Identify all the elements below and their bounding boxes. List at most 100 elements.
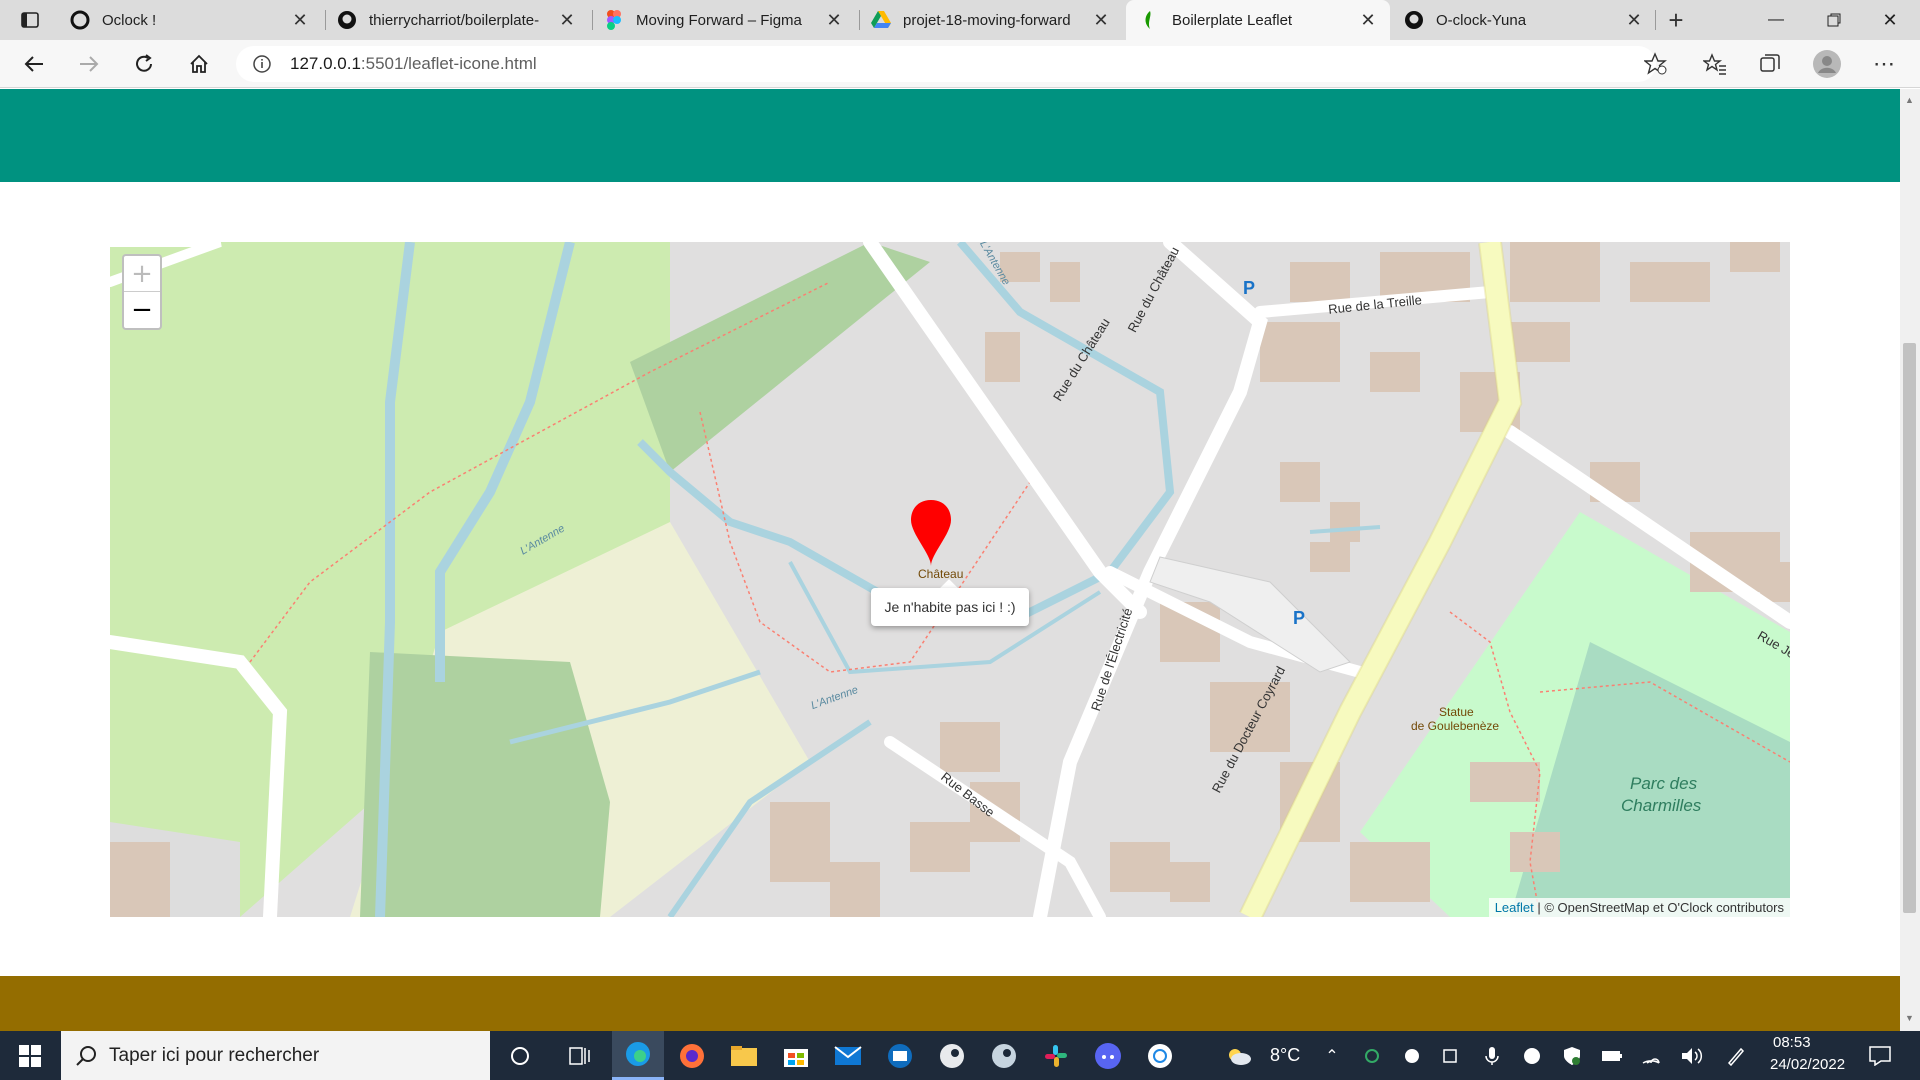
add-favorite-icon[interactable] <box>1643 52 1668 81</box>
weather-temperature[interactable]: 8°C <box>1270 1045 1300 1066</box>
tab-title: Boilerplate Leaflet <box>1172 11 1293 29</box>
tab-title: Moving Forward – Figma <box>636 11 802 29</box>
taskbar-search[interactable]: Taper ici pour rechercher <box>61 1031 490 1080</box>
address-bar[interactable]: 127.0.0.1:5501/leaflet-icone.html <box>236 46 1667 82</box>
oclock-icon <box>70 10 90 30</box>
leaflet-map[interactable]: Rue du Château Rue du Château Rue de la … <box>110 242 1790 917</box>
close-icon[interactable]: ✕ <box>290 10 310 30</box>
pen-icon[interactable] <box>1716 1031 1756 1080</box>
close-icon[interactable]: ✕ <box>1358 10 1378 30</box>
weather-icon[interactable] <box>1220 1031 1256 1080</box>
scroll-thumb[interactable] <box>1903 343 1916 913</box>
chevron-up-icon[interactable]: ⌃ <box>1312 1031 1352 1080</box>
google-drive-icon <box>871 10 891 30</box>
tab-separator <box>859 10 860 30</box>
mail-icon[interactable] <box>822 1031 874 1080</box>
restore-icon[interactable] <box>1818 4 1850 36</box>
minimize-icon[interactable]: — <box>1760 4 1792 36</box>
browser-toolbar: 127.0.0.1:5501/leaflet-icone.html ⋯ <box>0 40 1920 88</box>
tab-title: O-clock-Yuna <box>1436 11 1527 29</box>
tab-google-drive[interactable]: projet-18-moving-forward - ✕ <box>871 0 1123 40</box>
cortana-icon[interactable] <box>494 1031 546 1080</box>
leaflet-icon <box>1140 10 1160 30</box>
tab-actions-icon[interactable] <box>14 4 46 36</box>
poi-label: de Goulebenèze <box>1411 719 1500 733</box>
steam-icon[interactable] <box>926 1031 978 1080</box>
more-icon[interactable]: ⋯ <box>1868 48 1900 80</box>
discord-icon[interactable] <box>1082 1031 1134 1080</box>
info-icon[interactable] <box>252 54 272 79</box>
tab-github-oclock-yuna[interactable]: O-clock-Yuna ✕ <box>1404 0 1656 40</box>
clock-time[interactable]: 08:53 <box>1773 1034 1811 1051</box>
windows-taskbar: Taper ici pour rechercher 8°C ⌃ 08:53 24… <box>0 1031 1920 1080</box>
park-label: Parc des <box>1630 774 1698 793</box>
close-icon[interactable]: ✕ <box>1091 10 1111 30</box>
zoom-control: + − <box>122 254 162 330</box>
parking-label: P <box>1243 278 1256 298</box>
favorites-icon[interactable] <box>1699 48 1731 80</box>
url-host: 127.0.0.1 <box>290 54 361 73</box>
slack-icon[interactable] <box>1030 1031 1082 1080</box>
steam-icon-2[interactable] <box>978 1031 1030 1080</box>
close-icon[interactable]: ✕ <box>824 10 844 30</box>
github-icon <box>337 10 357 30</box>
wifi-icon[interactable] <box>1632 1031 1672 1080</box>
forward-icon[interactable] <box>73 48 105 80</box>
app-icon[interactable] <box>1134 1031 1186 1080</box>
figma-icon <box>604 10 624 30</box>
store-icon[interactable] <box>770 1031 822 1080</box>
new-tab-icon[interactable]: + <box>1660 4 1692 36</box>
tab-oclock[interactable]: Oclock ! ✕ <box>70 0 322 40</box>
edge-icon[interactable] <box>612 1031 664 1080</box>
notifications-icon[interactable] <box>1856 1031 1904 1080</box>
refresh-icon[interactable] <box>128 48 160 80</box>
tab-separator <box>1655 10 1656 30</box>
close-icon[interactable]: ✕ <box>1624 10 1644 30</box>
back-icon[interactable] <box>18 48 50 80</box>
tab-separator <box>592 10 593 30</box>
battery-icon[interactable] <box>1592 1031 1632 1080</box>
tab-title: projet-18-moving-forward - <box>903 11 1073 29</box>
tab-figma[interactable]: Moving Forward – Figma ✕ <box>604 0 856 40</box>
marker-popup: Je n'habite pas ici ! :) <box>871 588 1029 626</box>
map-attribution: Leaflet | © OpenStreetMap et O'Clock con… <box>1488 898 1790 917</box>
tab-title: thierrycharriot/boilerplate-le <box>369 11 539 29</box>
volume-icon[interactable] <box>1672 1031 1712 1080</box>
map-marker-icon[interactable] <box>909 498 953 568</box>
avatar[interactable] <box>1811 48 1843 80</box>
scroll-up-icon[interactable]: ▲ <box>1905 95 1914 105</box>
url-path: :5501/leaflet-icone.html <box>360 54 537 73</box>
slack-tray-icon[interactable] <box>1392 1031 1432 1080</box>
browser-tab-strip: Oclock ! ✕ thierrycharriot/boilerplate-l… <box>0 0 1920 40</box>
windows-start-icon[interactable] <box>4 1031 56 1080</box>
tab-boilerplate-leaflet[interactable]: Boilerplate Leaflet ✕ <box>1126 0 1390 40</box>
firefox-icon[interactable] <box>666 1031 718 1080</box>
outlook-icon[interactable] <box>874 1031 926 1080</box>
page-footer <box>0 976 1900 1031</box>
tab-title: Oclock ! <box>102 11 157 29</box>
zoom-in-button[interactable]: + <box>124 256 160 292</box>
steam-tray-icon[interactable] <box>1512 1031 1552 1080</box>
collections-icon[interactable] <box>1754 48 1786 80</box>
file-explorer-icon[interactable] <box>718 1031 770 1080</box>
park-label: Charmilles <box>1621 796 1702 815</box>
page-header <box>0 89 1900 182</box>
attribution-text: | © OpenStreetMap et O'Clock contributor… <box>1533 900 1784 915</box>
clock-date[interactable]: 24/02/2022 <box>1770 1056 1845 1073</box>
tray-app-icon[interactable] <box>1352 1031 1392 1080</box>
security-icon[interactable] <box>1552 1031 1592 1080</box>
leaflet-link[interactable]: Leaflet <box>1495 900 1534 915</box>
home-icon[interactable] <box>183 48 215 80</box>
microphone-icon[interactable] <box>1472 1031 1512 1080</box>
task-view-icon[interactable] <box>554 1031 606 1080</box>
window-close-icon[interactable]: ✕ <box>1874 4 1906 36</box>
scroll-down-icon[interactable]: ▼ <box>1905 1013 1914 1023</box>
poi-label: Statue <box>1439 705 1474 719</box>
search-icon <box>75 1045 97 1072</box>
parking-label: P <box>1293 608 1306 628</box>
zoom-out-button[interactable]: − <box>124 292 160 328</box>
close-icon[interactable]: ✕ <box>557 10 577 30</box>
meet-icon[interactable] <box>1432 1031 1472 1080</box>
tab-github-boilerplate[interactable]: thierrycharriot/boilerplate-le ✕ <box>337 0 589 40</box>
tab-separator <box>325 10 326 30</box>
